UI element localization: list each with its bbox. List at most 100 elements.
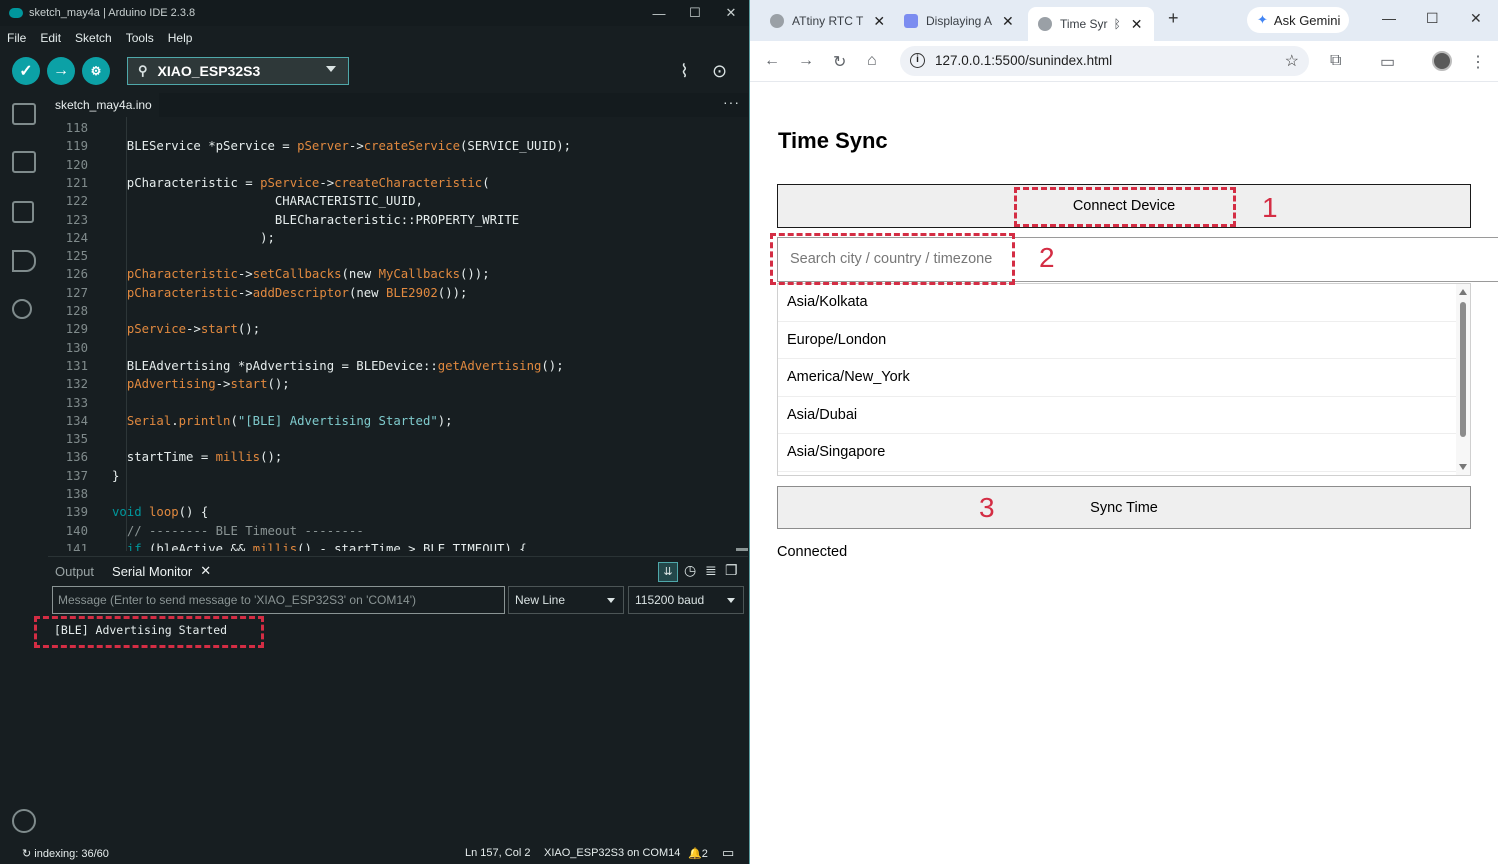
board-port-status[interactable]: XIAO_ESP32S3 on COM14 [544,847,680,859]
tab-serial-monitor[interactable]: Serial Monitor [112,564,192,579]
browser-tabstrip: ATtiny RTC T ✕ Displaying A ✕ Time Syr ᛒ… [750,0,1498,41]
code-line: 130 [48,341,748,359]
timezone-search-input[interactable]: Search city / country / timezone [777,237,1498,282]
list-item[interactable]: Asia/Dubai [778,397,1458,435]
avatar[interactable] [1432,51,1452,71]
home-icon[interactable]: ⌂ [867,52,877,70]
url-field[interactable]: i 127.0.0.1:5500/sunindex.html ☆ [900,46,1309,76]
minimize-icon[interactable]: — [641,6,677,21]
close-icon[interactable]: ✕ [873,13,885,30]
tab-output[interactable]: Output [55,564,94,579]
code-line: 140 // -------- BLE Timeout -------- [48,524,748,542]
library-icon[interactable] [12,201,34,223]
close-icon[interactable]: ✕ [1470,10,1482,27]
notifications-status[interactable]: 🔔2 [688,847,708,860]
reload-icon[interactable]: ↻ [833,52,846,72]
menu-help[interactable]: Help [168,31,193,45]
list-item[interactable]: Asia/Singapore [778,434,1458,472]
scroll-thumb[interactable] [1460,302,1466,437]
line-number: 131 [65,358,88,373]
menu-tools[interactable]: Tools [126,31,154,45]
line-number: 130 [65,340,88,355]
code-line: 136 startTime = millis(); [48,450,748,468]
chevron-down-icon [326,66,336,72]
code-line: 141 if (bleActive && millis() - startTim… [48,542,748,551]
line-number: 123 [65,212,88,227]
star-icon[interactable]: ☆ [1285,51,1299,71]
copy-icon[interactable]: ❐ [725,562,738,579]
browser-tab-active[interactable]: Time Syr ᛒ ✕ [1028,7,1154,41]
code-editor[interactable]: 118 119 BLEService *pService = pServer->c… [48,117,748,551]
maximize-icon[interactable]: ☐ [1426,10,1439,27]
browser-tab-1[interactable]: ATtiny RTC T ✕ [770,8,885,34]
ask-gemini-button[interactable]: ✦ Ask Gemini [1247,7,1349,33]
cursor-position[interactable]: Ln 157, Col 2 [465,847,530,859]
extensions-icon[interactable]: ⧉ [1330,52,1341,70]
url-text: 127.0.0.1:5500/sunindex.html [935,53,1113,68]
close-icon[interactable]: ✕ [1131,16,1143,33]
minimize-icon[interactable]: — [1382,10,1396,26]
more-icon[interactable]: ··· [723,94,740,110]
info-icon[interactable]: i [910,53,925,68]
code-text: pService->start(); [126,322,261,337]
menu-file[interactable]: File [7,31,26,45]
code-line: 129 pService->start(); [48,322,748,340]
baud-rate-select[interactable]: 115200 baud [628,586,744,614]
list-scrollbar[interactable] [1456,284,1470,475]
close-icon[interactable]: ✕ [713,5,749,21]
bell-icon: 🔔 [688,848,702,860]
debug-button[interactable]: ⚙ [82,57,110,85]
back-icon[interactable]: ← [764,52,780,70]
gemini-icon [904,14,918,28]
sync-time-button[interactable]: Sync Time [777,486,1471,529]
search-icon[interactable] [12,299,32,319]
timestamp-icon[interactable]: ◷ [684,562,696,579]
close-icon[interactable]: ✕ [200,563,211,579]
list-item[interactable]: Europe/London [778,322,1458,360]
serial-monitor-icon[interactable]: ⊙ [712,61,727,82]
check-icon: ✓ [19,63,33,80]
editor-scrollbar[interactable] [736,548,748,551]
connect-device-button[interactable]: Connect Device [777,184,1471,228]
verify-button[interactable]: ✓ [12,57,40,85]
scroll-up-icon[interactable] [1459,289,1467,295]
code-line: 120 [48,158,748,176]
menu-kebab-icon[interactable]: ⋮ [1470,52,1486,72]
close-icon[interactable]: ✕ [1002,13,1014,30]
indexing-status: ↻ indexing: 36/60 [22,848,109,860]
list-item[interactable]: Asia/Kolkata [778,284,1458,322]
cast-icon[interactable]: ▭ [1380,52,1395,72]
folder-icon[interactable] [12,103,36,125]
file-tab[interactable]: sketch_may4a.ino [48,93,159,117]
browser-tab-2[interactable]: Displaying A ✕ [904,8,1014,34]
tab-title: Time Syr [1060,17,1108,31]
line-ending-select[interactable]: New Line [508,586,624,614]
autoscroll-icon[interactable]: ⇊ [658,562,678,582]
timezone-list[interactable]: Asia/Kolkata Europe/London America/New_Y… [777,283,1471,476]
scroll-down-icon[interactable] [1459,464,1467,470]
new-tab-icon[interactable]: + [1168,8,1179,29]
line-number: 132 [65,377,88,392]
forward-icon[interactable]: → [798,52,814,70]
upload-button[interactable]: → [47,57,75,85]
menu-edit[interactable]: Edit [40,31,61,45]
account-icon[interactable] [12,809,36,833]
maximize-icon[interactable]: ☐ [677,5,713,21]
code-text: BLEAdvertising *pAdvertising = BLEDevice… [112,358,564,373]
clear-output-icon[interactable]: ≣ [705,562,717,579]
line-number: 137 [65,468,88,483]
panel-toggle-icon[interactable]: ▭ [722,845,734,861]
serial-message-input[interactable]: Message (Enter to send message to 'XIAO_… [52,586,505,614]
address-bar: ← → ↻ ⌂ i 127.0.0.1:5500/sunindex.html ☆… [750,41,1498,82]
sparkle-icon: ✦ [1257,12,1268,27]
boards-manager-icon[interactable] [12,151,36,173]
list-item[interactable]: America/New_York [778,359,1458,397]
menu-sketch[interactable]: Sketch [75,31,112,45]
ide-titlebar: sketch_may4a | Arduino IDE 2.3.8 — ☐ ✕ [0,0,749,26]
serial-plotter-icon[interactable]: ⌇ [680,61,689,82]
ask-gemini-label: Ask Gemini [1273,12,1341,28]
line-number: 125 [65,249,88,264]
line-number: 126 [65,267,88,282]
debug-sidebar-icon[interactable] [12,250,36,272]
board-selector[interactable]: ⚲ XIAO_ESP32S3 [127,57,349,85]
